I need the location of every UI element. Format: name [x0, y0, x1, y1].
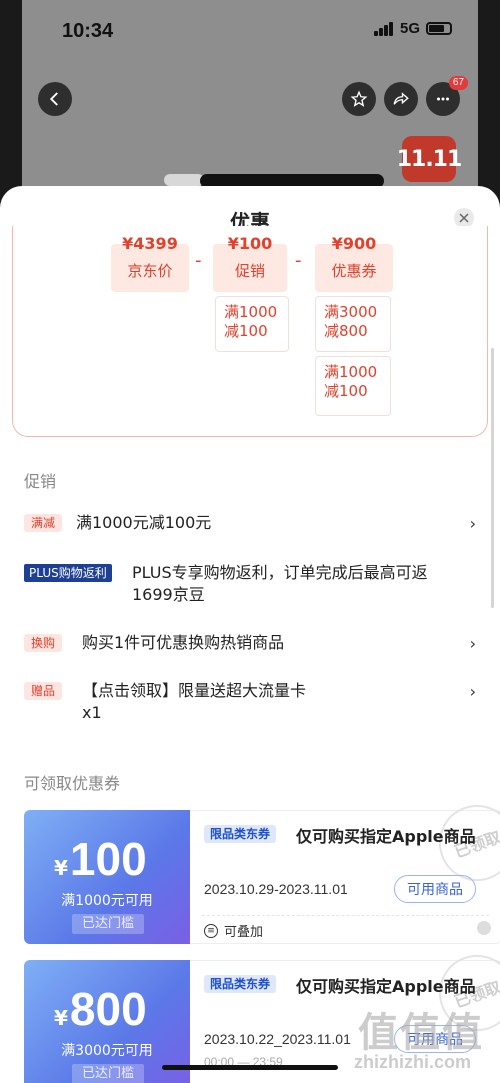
coupon-status: 已达门槛	[72, 1064, 144, 1083]
promo-deal-card: 满1000 减100	[215, 296, 289, 352]
battery-icon	[426, 22, 452, 35]
cart-badge: 67	[448, 76, 468, 90]
promo-text: PLUS专享购物返利，订单完成后最高可返1699京豆	[132, 563, 428, 604]
coupon-condition: 满1000元可用	[61, 893, 153, 909]
chevron-right-icon: ›	[469, 514, 476, 533]
promo-tag: 换购	[24, 634, 63, 652]
promo-item[interactable]: 赠品 【点击领取】限量送超大流量卡 x1 ›	[24, 680, 476, 728]
home-indicator[interactable]	[162, 1065, 338, 1070]
promo-text: 购买1件可优惠换购热销商品	[82, 633, 285, 652]
watermark-site: zhizhizhi.com	[354, 1052, 471, 1072]
site-watermark: 值值值 zhizhizhi.com	[350, 1000, 500, 1080]
coupon-amount: ¥900	[331, 234, 377, 253]
share-button[interactable]	[384, 82, 418, 116]
stackable-label: 可叠加	[224, 925, 264, 940]
share-icon	[393, 92, 409, 105]
promo-item[interactable]: PLUS购物返利 PLUS专享购物返利，订单完成后最高可返1699京豆	[24, 562, 476, 610]
favorite-button[interactable]	[342, 82, 376, 116]
coupon-type-tag: 限品类东券	[204, 975, 277, 993]
network-label: 5G	[399, 20, 420, 37]
currency-symbol: ¥	[54, 1006, 68, 1030]
coupon-status: 已达门槛	[72, 914, 144, 934]
coupon-deal-card: 满3000 减800	[315, 296, 391, 352]
chevron-right-icon: ›	[469, 682, 476, 701]
promo-item[interactable]: 换购 购买1件可优惠换购热销商品 ›	[24, 632, 476, 656]
coupon-value: ¥ 100	[54, 832, 147, 886]
promo-amount: ¥100	[227, 234, 273, 253]
back-button[interactable]	[38, 82, 72, 116]
usable-products-button[interactable]: 可用商品	[394, 875, 476, 903]
coupon-condition: 满3000元可用	[61, 1043, 153, 1059]
coupon-name: 仅可购买指定Apple商品	[296, 827, 476, 846]
promo-text: 满1000元减100元	[76, 513, 212, 532]
chevron-right-icon: ›	[469, 634, 476, 653]
coupon-amount: 800	[69, 983, 147, 1035]
coupon-deal-card: 满1000 减100	[315, 356, 391, 416]
gift-tag: 赠品	[24, 682, 63, 700]
coupon-value: ¥ 800	[54, 982, 147, 1036]
expand-icon[interactable]	[477, 921, 491, 935]
coupon-card[interactable]: ¥ 100 满1000元可用 已达门槛 已领取 限品类东券 仅可购买指定Appl…	[24, 794, 500, 944]
price-label: 京东价	[127, 262, 173, 280]
coupon-date: 2023.10.29-2023.11.01	[204, 881, 348, 897]
promotions-title: 促销	[24, 472, 57, 491]
coupon-label: 优惠券	[331, 262, 377, 280]
discount-sheet: 优惠 ¥4399 京东价 - ¥100 促销 - ¥900 优惠券 满1000 …	[0, 186, 500, 1083]
coupon-date: 2023.10.22_2023.11.01	[204, 1031, 351, 1047]
promo-tag: 满减	[24, 514, 63, 532]
promo-text: 【点击领取】限量送超大流量卡 x1	[82, 681, 307, 722]
watermark-glyphs: 值值值	[358, 1010, 484, 1056]
stackable-info: ≡ 可叠加	[204, 921, 263, 940]
coupon-amount: 100	[69, 833, 147, 885]
status-bar: 10:34 5G	[0, 0, 500, 44]
status-time: 10:34	[62, 20, 114, 42]
price-column: ¥4399 京东价	[111, 234, 189, 292]
signal-icon	[373, 21, 394, 36]
coupon-type-tag: 限品类东券	[204, 825, 277, 843]
price-breakdown: ¥4399 京东价 - ¥100 促销 - ¥900 优惠券 满1000 减10…	[12, 226, 488, 437]
more-icon	[437, 97, 449, 101]
more-button[interactable]: 67	[426, 76, 468, 116]
coupon-value-panel: ¥ 100 满1000元可用 已达门槛	[24, 810, 190, 944]
coupon-name: 仅可购买指定Apple商品	[296, 977, 476, 996]
promo-item[interactable]: 满减 满1000元减100元 ›	[24, 512, 476, 536]
promo-label: 促销	[234, 262, 265, 280]
coupon-column: ¥900 优惠券	[315, 234, 393, 292]
status-right: 5G	[373, 20, 452, 37]
chevron-left-icon	[49, 92, 58, 106]
plus-rebate-tag: PLUS购物返利	[24, 564, 112, 582]
close-button[interactable]	[454, 208, 474, 228]
minus-operator: -	[195, 250, 202, 271]
screen: 10:34 5G 67 11.11 优惠 ¥4399 京东价 - ¥100 促销…	[0, 0, 500, 1083]
scrollbar[interactable]	[491, 348, 494, 608]
star-icon	[350, 90, 368, 107]
currency-symbol: ¥	[54, 856, 68, 880]
price-amount: ¥4399	[122, 234, 178, 253]
event-logo: 11.11	[397, 136, 462, 182]
close-icon	[459, 213, 469, 223]
minus-operator: -	[295, 250, 302, 271]
stack-icon: ≡	[204, 923, 218, 938]
divider	[202, 915, 489, 916]
product-image-chip	[164, 174, 204, 186]
promo-column: ¥100 促销	[213, 234, 287, 292]
coupons-title: 可领取优惠券	[24, 774, 121, 793]
coupon-info-panel: 已领取 限品类东券 仅可购买指定Apple商品 2023.10.29-2023.…	[190, 794, 500, 944]
